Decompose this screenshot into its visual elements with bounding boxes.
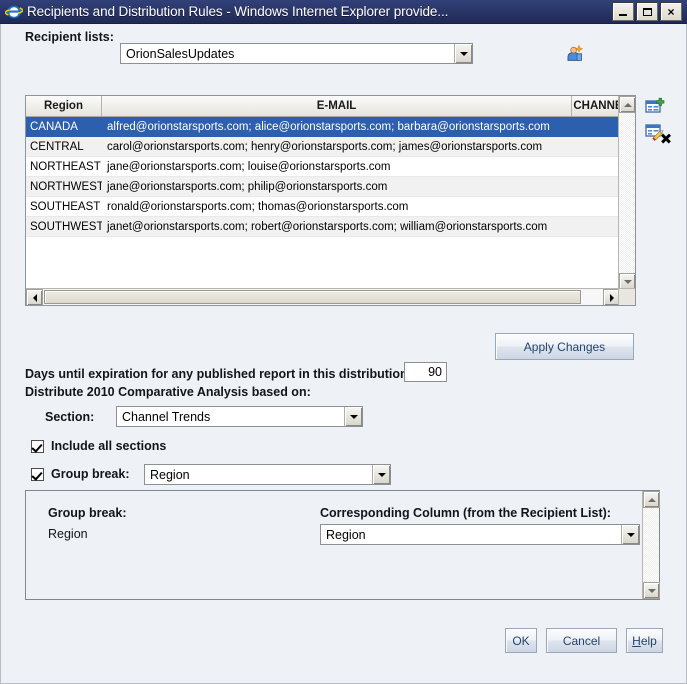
- table-row[interactable]: CENTRAL carol@orionstarsports.com; henry…: [26, 137, 635, 157]
- dialog-window: Recipients and Distribution Rules - Wind…: [0, 0, 687, 684]
- include-all-sections-checkbox[interactable]: Include all sections: [31, 439, 166, 453]
- minimize-icon: [619, 13, 627, 16]
- group-break-mapping-panel: Group break: Region Corresponding Column…: [25, 490, 660, 600]
- corresponding-column-value: Region: [326, 527, 366, 542]
- include-all-sections-label: Include all sections: [51, 439, 167, 453]
- scrollbar-corner: [618, 288, 635, 305]
- cell-email: jane@orionstarsports.com; philip@orionst…: [102, 177, 572, 197]
- cancel-button[interactable]: Cancel: [546, 628, 617, 653]
- section-value: Channel Trends: [122, 409, 211, 424]
- group-break-checkbox[interactable]: Group break:: [31, 467, 130, 481]
- help-button[interactable]: Help: [626, 628, 663, 653]
- table-horizontal-scrollbar[interactable]: [26, 288, 635, 305]
- cell-region: NORTHEAST: [26, 157, 102, 177]
- group-break-panel-value: Region: [48, 527, 88, 541]
- cell-region: CANADA: [26, 117, 102, 137]
- triangle-right: [609, 293, 614, 302]
- group-break-label: Group break:: [51, 467, 130, 481]
- table-row[interactable]: SOUTHWEST janet@orionstarsports.com; rob…: [26, 217, 635, 237]
- recipients-table: Region E-MAIL CHANNEL CANADA alfred@orio…: [25, 95, 636, 306]
- recipient-lists-label: Recipient lists:: [25, 30, 114, 44]
- maximize-icon: [642, 7, 652, 16]
- cell-email: jane@orionstarsports.com; louise@orionst…: [102, 157, 572, 177]
- triangle-down: [459, 51, 468, 56]
- chevron-down-icon[interactable]: [344, 407, 362, 426]
- table-header-row: Region E-MAIL CHANNEL: [26, 96, 635, 117]
- section-label: Section:: [45, 410, 95, 424]
- apply-changes-button[interactable]: Apply Changes: [495, 333, 634, 360]
- table-row[interactable]: SOUTHEAST ronald@orionstarsports.com; th…: [26, 197, 635, 217]
- table-body: CANADA alfred@orionstarsports.com; alice…: [26, 117, 635, 237]
- window-controls: ×: [612, 2, 682, 21]
- days-value: 90: [428, 365, 442, 379]
- chevron-down-icon[interactable]: [454, 44, 472, 63]
- group-break-value: Region: [150, 467, 190, 482]
- minimize-button[interactable]: [612, 2, 634, 21]
- table-row[interactable]: CANADA alfred@orionstarsports.com; alice…: [26, 117, 635, 137]
- record-toolbar: [644, 96, 670, 146]
- triangle-down: [623, 279, 632, 284]
- triangle-down: [647, 588, 656, 593]
- dialog-body: Recipient lists: OrionSalesUpdates Regio…: [0, 24, 687, 684]
- distribute-label: Distribute 2010 Comparative Analysis bas…: [25, 385, 311, 399]
- triangle-up: [623, 102, 632, 107]
- group-break-panel-title: Group break:: [48, 506, 127, 520]
- scroll-down-icon[interactable]: [643, 582, 660, 599]
- chevron-down-icon[interactable]: [372, 465, 390, 484]
- maximize-button[interactable]: [636, 2, 658, 21]
- scroll-up-icon[interactable]: [619, 96, 635, 113]
- table-row[interactable]: NORTHEAST jane@orionstarsports.com; loui…: [26, 157, 635, 177]
- cell-email: janet@orionstarsports.com; robert@orions…: [102, 217, 572, 237]
- corresponding-column-title: Corresponding Column (from the Recipient…: [320, 506, 611, 520]
- new-recipient-list-icon[interactable]: [566, 44, 585, 63]
- recipient-list-value: OrionSalesUpdates: [126, 46, 235, 61]
- cell-email: carol@orionstarsports.com; henry@orionst…: [102, 137, 572, 157]
- cell-region: SOUTHEAST: [26, 197, 102, 217]
- expiration-label: Days until expiration for any published …: [25, 367, 412, 381]
- triangle-up: [647, 497, 656, 502]
- delete-list-x-icon[interactable]: [601, 42, 623, 64]
- add-record-icon[interactable]: [644, 97, 666, 121]
- help-label: elp: [640, 633, 657, 648]
- table-vertical-scrollbar[interactable]: [618, 96, 635, 290]
- ok-button[interactable]: OK: [505, 628, 537, 653]
- window-title: Recipients and Distribution Rules - Wind…: [27, 4, 449, 19]
- triangle-down: [626, 532, 635, 537]
- apply-changes-label: Apply Changes: [523, 339, 606, 354]
- ok-label: OK: [512, 633, 530, 648]
- triangle-left: [32, 293, 37, 302]
- cell-region: NORTHWEST: [26, 177, 102, 197]
- cell-region: SOUTHWEST: [26, 217, 102, 237]
- checkbox-icon: [31, 439, 44, 453]
- column-header-region[interactable]: Region: [26, 96, 102, 116]
- close-button[interactable]: ×: [660, 2, 682, 21]
- column-header-email[interactable]: E-MAIL: [102, 96, 572, 116]
- title-bar: Recipients and Distribution Rules - Wind…: [0, 0, 687, 24]
- cell-email: alfred@orionstarsports.com; alice@orions…: [102, 117, 572, 137]
- section-select[interactable]: Channel Trends: [116, 406, 363, 427]
- table-row[interactable]: NORTHWEST jane@orionstarsports.com; phil…: [26, 177, 635, 197]
- chevron-down-icon[interactable]: [621, 525, 639, 544]
- help-accesskey: H: [632, 633, 641, 648]
- triangle-down: [349, 414, 358, 419]
- internet-explorer-icon: [4, 3, 24, 21]
- days-until-expiration-input[interactable]: 90: [404, 362, 447, 382]
- panel-vertical-scrollbar[interactable]: [642, 491, 660, 599]
- triangle-down: [377, 472, 386, 477]
- corresponding-column-select[interactable]: Region: [320, 524, 640, 545]
- scroll-up-icon[interactable]: [643, 491, 660, 508]
- cell-email: ronald@orionstarsports.com; thomas@orion…: [102, 197, 572, 217]
- cancel-label: Cancel: [562, 633, 601, 648]
- group-break-select[interactable]: Region: [144, 464, 391, 485]
- horizontal-scroll-thumb[interactable]: [44, 290, 581, 304]
- close-icon: ×: [667, 4, 675, 19]
- checkbox-icon: [31, 467, 44, 481]
- recipient-list-select[interactable]: OrionSalesUpdates: [120, 43, 473, 64]
- scroll-left-icon[interactable]: [26, 289, 43, 305]
- cell-region: CENTRAL: [26, 137, 102, 157]
